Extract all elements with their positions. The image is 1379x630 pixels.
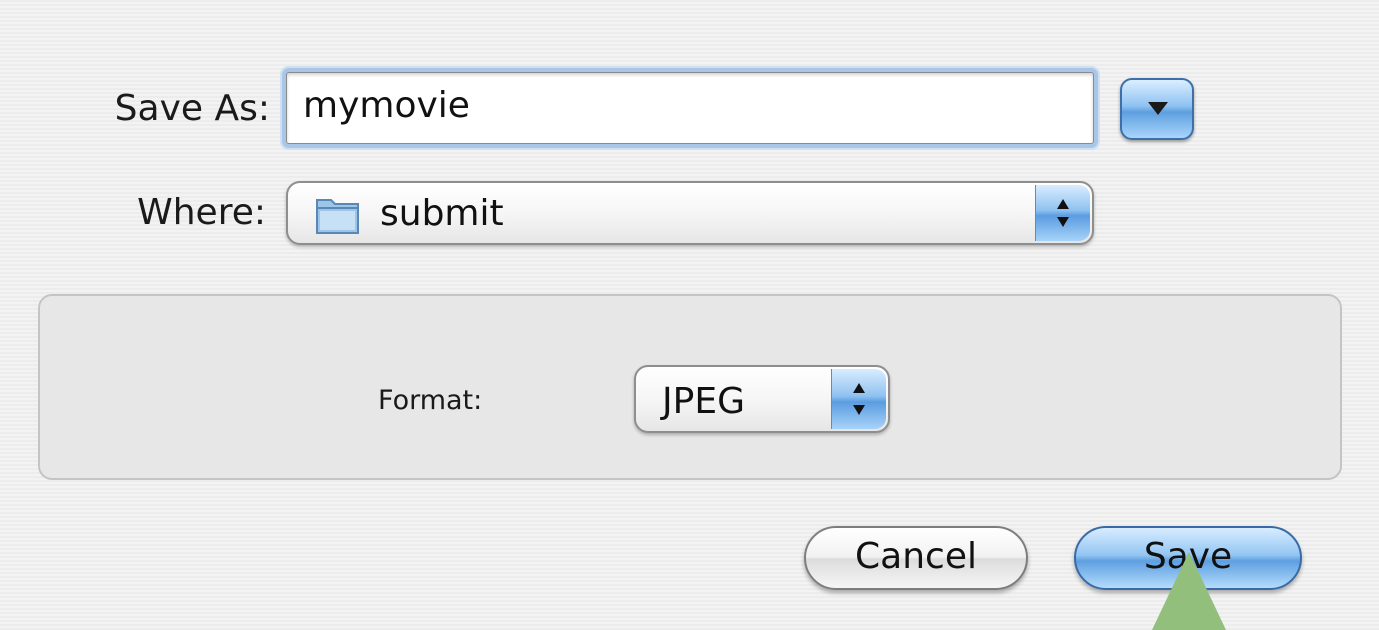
where-value: submit: [380, 193, 504, 234]
updown-arrows-icon: [831, 369, 886, 429]
cancel-button[interactable]: Cancel: [804, 526, 1028, 590]
where-label: Where:: [137, 192, 266, 233]
folder-icon: [316, 199, 359, 234]
where-popup[interactable]: submit: [286, 181, 1094, 245]
format-label: Format:: [378, 385, 483, 416]
updown-arrows-icon: [1035, 185, 1090, 241]
expand-dialog-button[interactable]: [1120, 78, 1194, 140]
pointer-arrow-icon: [1152, 552, 1226, 630]
format-popup[interactable]: JPEG: [634, 365, 890, 433]
save-as-label: Save As:: [114, 88, 270, 129]
triangle-down-icon: [1148, 102, 1168, 115]
filename-input[interactable]: mymovie: [286, 72, 1094, 144]
format-value: JPEG: [662, 381, 745, 422]
